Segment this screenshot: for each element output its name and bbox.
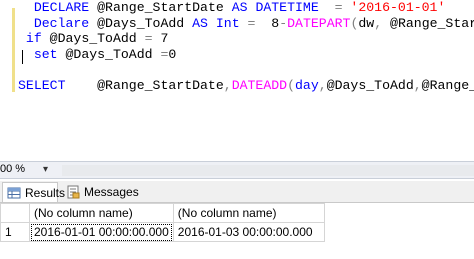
- code-token: (: [287, 77, 296, 93]
- code-token: ,: [413, 77, 422, 93]
- tab-results-label: Results: [25, 185, 66, 200]
- code-token: DECLARE: [33, 0, 90, 15]
- code-token: @Range_StartDate: [65, 77, 224, 93]
- code-token: @Days_ToAdd: [326, 77, 414, 93]
- column-header[interactable]: (No column name): [29, 203, 174, 223]
- code-token: '2016-01-01': [350, 0, 446, 15]
- grid-cell[interactable]: 2016-01-03 00:00:00.000: [172, 222, 325, 242]
- sql-code[interactable]: DECLARE @Range_StartDate AS DATETIME = '…: [18, 0, 474, 94]
- zoom-level[interactable]: 00 %: [0, 163, 25, 175]
- code-token: day: [295, 77, 319, 93]
- code-token: AS: [192, 15, 208, 31]
- row-number[interactable]: 1: [0, 222, 30, 242]
- table-row[interactable]: 1 2016-01-01 00:00:00.000 2016-01-03 00:…: [0, 222, 325, 242]
- tab-messages[interactable]: Messages: [62, 182, 140, 202]
- code-token: DATETIME: [255, 0, 319, 15]
- column-header[interactable]: (No column name): [172, 203, 325, 223]
- code-token: ,: [223, 77, 232, 93]
- code-token: ,: [374, 15, 383, 31]
- code-token: =: [144, 31, 153, 47]
- code-token: @Days_ToAdd: [89, 15, 193, 31]
- code-token: 7: [152, 31, 169, 47]
- results-grid[interactable]: (No column name) (No column name) 1 2016…: [0, 203, 474, 259]
- code-line[interactable]: if @Days_ToAdd = 7: [18, 31, 474, 47]
- code-token: Declare: [33, 15, 90, 31]
- horizontal-scrollbar[interactable]: [62, 165, 474, 176]
- code-token: DATEADD: [231, 77, 288, 93]
- grid-icon: [7, 186, 21, 200]
- code-token: -: [279, 15, 288, 31]
- code-token: dw: [358, 15, 375, 31]
- zoom-bar: 00 % ▾: [0, 161, 474, 179]
- code-token: @Range_StartDate: [89, 0, 232, 15]
- code-line[interactable]: [18, 62, 474, 78]
- grid-cell[interactable]: 2016-01-01 00:00:00.000: [29, 222, 174, 242]
- code-token: =: [334, 0, 343, 15]
- results-tabbar: Results Messages: [0, 181, 474, 203]
- code-line[interactable]: Declare @Days_ToAdd AS Int = 8-DATEPART(…: [18, 16, 474, 32]
- messages-icon: [66, 185, 80, 199]
- code-line[interactable]: set @Days_ToAdd =0: [18, 47, 474, 63]
- code-token: SELECT: [18, 77, 66, 93]
- text-caret: [22, 50, 23, 64]
- code-line[interactable]: DECLARE @Range_StartDate AS DATETIME = '…: [18, 0, 474, 16]
- code-token: 8: [255, 15, 280, 31]
- code-token: set: [33, 46, 58, 62]
- code-token: @Days_ToAdd: [41, 31, 145, 47]
- code-token: ,: [318, 77, 327, 93]
- tab-messages-label: Messages: [84, 185, 139, 199]
- code-token: 0: [168, 46, 177, 62]
- code-token: @Days_ToAdd: [57, 46, 161, 62]
- code-token: if: [25, 31, 42, 47]
- code-token: @Range_StartDate: [390, 15, 474, 31]
- chevron-down-icon[interactable]: ▾: [43, 164, 48, 175]
- code-token: Int: [215, 15, 240, 31]
- tab-results[interactable]: Results: [2, 182, 65, 202]
- query-editor[interactable]: DECLARE @Range_StartDate AS DATETIME = '…: [0, 0, 474, 161]
- code-token: DATEPART: [287, 15, 351, 31]
- grid-corner[interactable]: [0, 203, 30, 223]
- code-token: @Range_StartDate: [421, 77, 474, 93]
- code-token: AS: [231, 0, 248, 15]
- change-indicator-bar: [12, 8, 15, 92]
- code-line[interactable]: SELECT @Range_StartDate,DATEADD(day,@Day…: [18, 78, 474, 94]
